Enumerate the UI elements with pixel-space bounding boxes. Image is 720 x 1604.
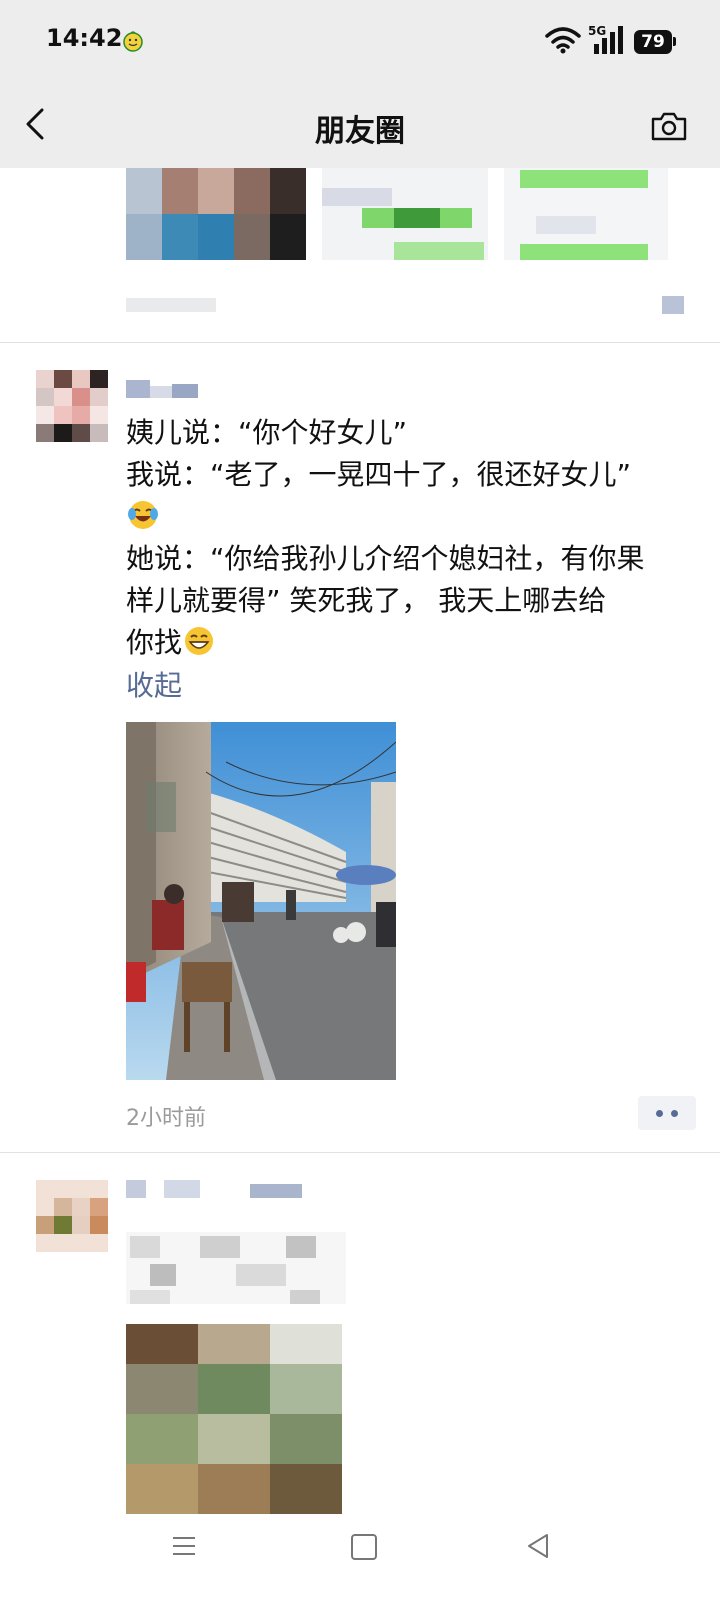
back-triangle-icon[interactable] [526,1532,550,1560]
notification-smiley-icon [123,31,143,52]
collapse-link[interactable]: 收起 [126,664,182,704]
post-text-line: 她说：“你给我孙儿介绍个媳妇社，有你果 [126,542,645,575]
post-timestamp: 2小时前 [126,1106,206,1131]
dot [656,1110,663,1117]
page-title: 朋友圈 [315,114,405,149]
post-text-line: 样儿就要得” 笑死我了， 我天上哪去给 [126,584,607,617]
avatar[interactable] [36,1180,108,1252]
wifi-icon [545,27,581,54]
battery-indicator: 79 [634,30,672,54]
camera-icon[interactable] [650,110,688,142]
emoji-line [126,496,706,538]
menu-icon[interactable] [172,1534,196,1558]
avatar[interactable] [36,370,108,442]
author-name[interactable] [126,1180,306,1198]
dot [671,1110,678,1117]
status-time: 14:42 [46,24,123,52]
more-dots-icon[interactable] [638,1096,696,1130]
nav-bar: 朋友圈 [0,80,720,168]
system-nav-bar [0,1520,720,1604]
post-divider [0,342,720,343]
post-text-line: 我说：“老了，一晃四十了，很还好女儿” [126,458,632,491]
post-text-last-line: 你找 [126,622,706,664]
top-bar: 14:42 5G 79 朋友圈 [0,0,720,168]
signal-strength-icon [594,26,623,54]
post-text-line: 姨儿说：“你个好女儿” [126,416,408,449]
laughing-tears-emoji [128,501,158,529]
post-photo[interactable] [126,722,396,1080]
post-divider [0,1152,720,1153]
street-scene-image [126,722,396,1080]
battery-tip [673,37,676,46]
post-text: 姨儿说：“你个好女儿” 我说：“老了，一晃四十了，很还好女儿” 她说：“你给我孙… [126,412,706,664]
home-icon[interactable] [351,1534,377,1560]
post-text-line: 你找 [126,626,183,659]
author-name[interactable] [126,380,198,398]
grinning-emoji [185,627,214,655]
status-bar: 14:42 5G 79 [0,0,720,80]
